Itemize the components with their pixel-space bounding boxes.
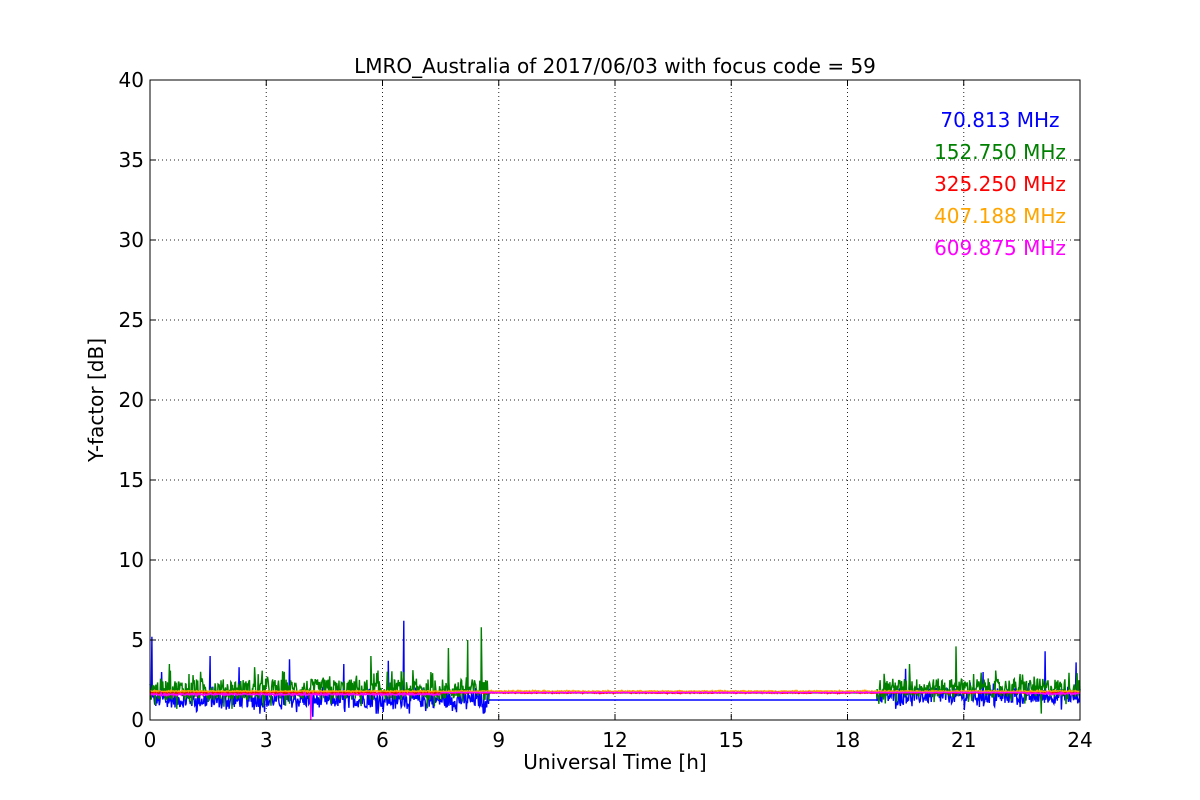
y-tick-label: 10	[119, 548, 144, 572]
legend-entry: 407.188 MHz	[934, 204, 1066, 228]
legend-entry: 609.875 MHz	[934, 236, 1066, 260]
y-tick-label: 30	[119, 228, 144, 252]
y-tick-label: 25	[119, 308, 144, 332]
legend-entry: 70.813 MHz	[940, 108, 1059, 132]
legend: 70.813 MHz 152.750 MHz 325.250 MHz 407.188 …	[934, 108, 1066, 260]
legend-entry: 152.750 MHz	[934, 140, 1066, 164]
x-tick-label: 3	[260, 728, 273, 752]
x-tick-label: 12	[602, 728, 627, 752]
y-axis-title: Y-factor [dB]	[84, 338, 108, 463]
x-tick-label: 15	[719, 728, 744, 752]
x-tick-label: 24	[1067, 728, 1092, 752]
x-tick-label: 21	[951, 728, 976, 752]
legend-entry: 325.250 MHz	[934, 172, 1066, 196]
x-tick-label: 18	[835, 728, 860, 752]
y-tick-label: 0	[131, 708, 144, 732]
y-tick-label: 15	[119, 468, 144, 492]
y-tick-label: 20	[119, 388, 144, 412]
y-tick-label: 35	[119, 148, 144, 172]
y-tick-label: 40	[119, 68, 144, 92]
chart-svg: LMRO_Australia of 2017/06/03 with focus …	[0, 0, 1200, 800]
x-tick-label: 0	[144, 728, 157, 752]
series-line-segment	[440, 690, 1027, 695]
y-tick-label: 5	[131, 628, 144, 652]
x-tick-label: 9	[492, 728, 505, 752]
x-axis-title: Universal Time [h]	[523, 750, 706, 774]
x-tick-label: 6	[376, 728, 389, 752]
chart-figure: LMRO_Australia of 2017/06/03 with focus …	[0, 0, 1200, 800]
chart-title: LMRO_Australia of 2017/06/03 with focus …	[354, 54, 876, 78]
